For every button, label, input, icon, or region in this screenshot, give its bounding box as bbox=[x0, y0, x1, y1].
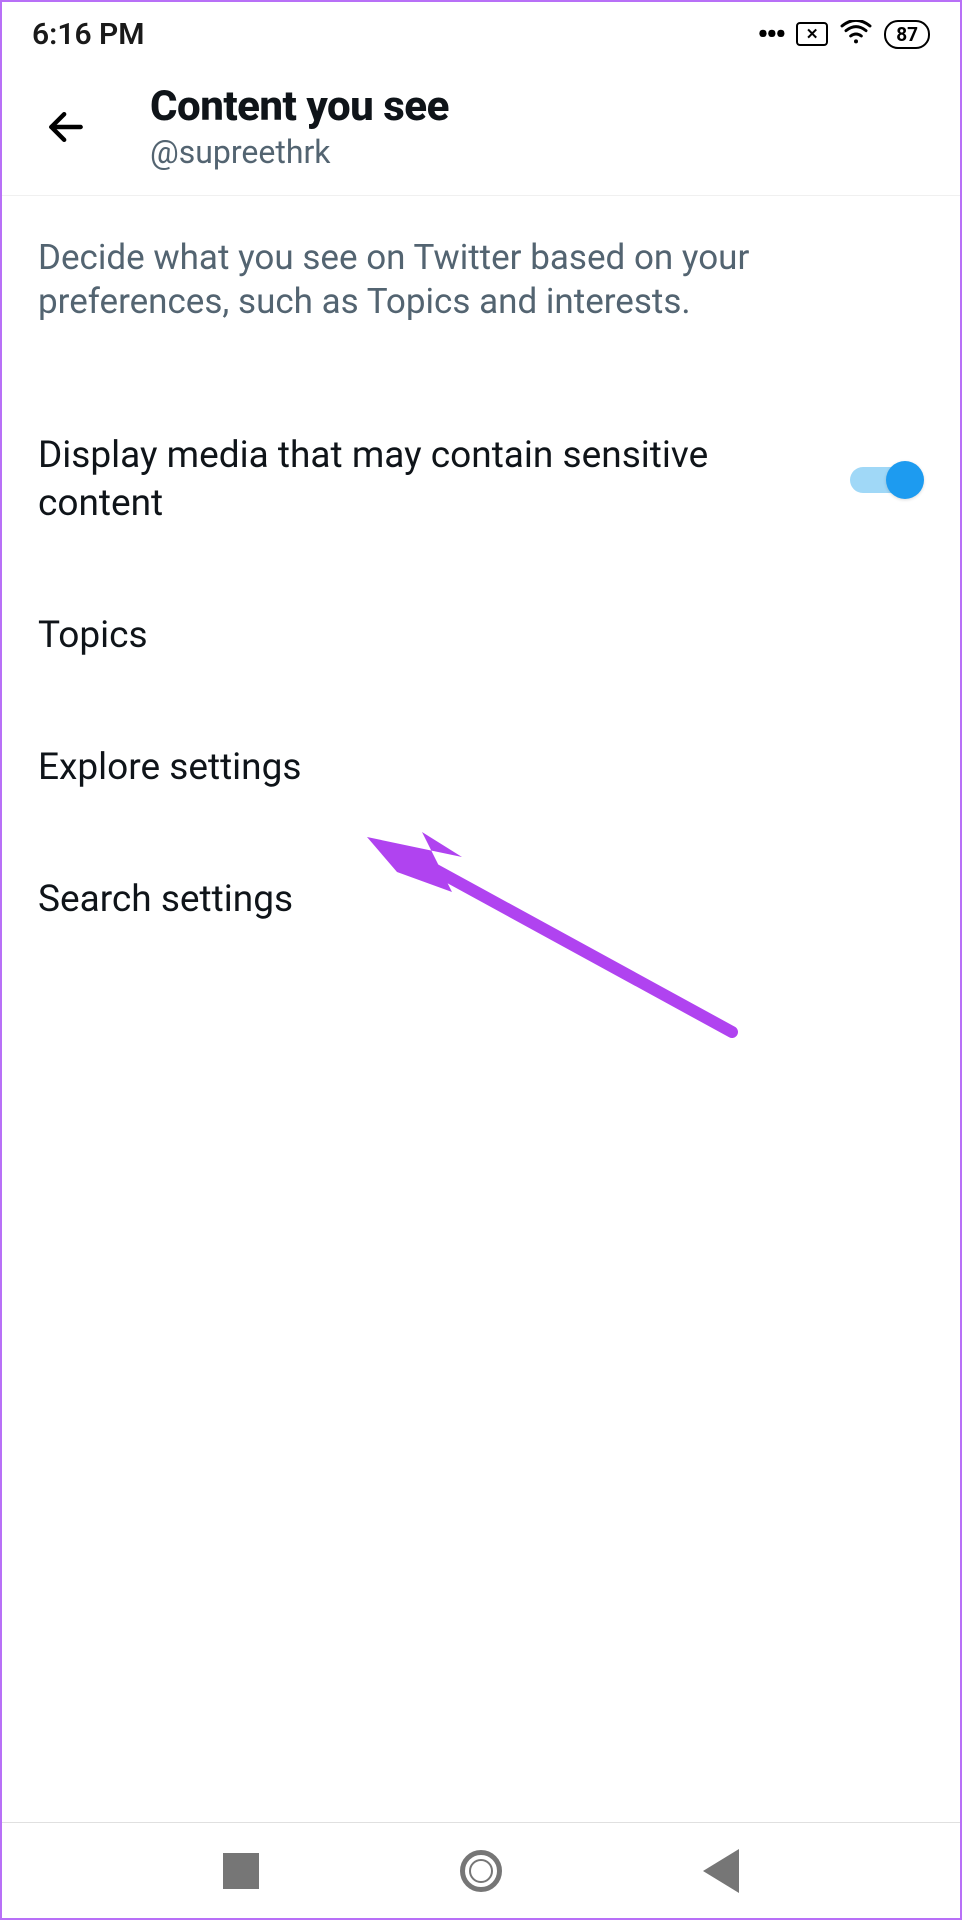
toggle-thumb bbox=[886, 461, 924, 499]
wifi-icon bbox=[840, 20, 872, 48]
page-header: Content you see @supreethrk bbox=[2, 66, 960, 196]
setting-label: Display media that may contain sensitive… bbox=[38, 432, 850, 528]
username-subtitle: @supreethrk bbox=[150, 133, 449, 171]
sim-missing-icon: ✕ bbox=[796, 22, 828, 46]
nav-back-button[interactable] bbox=[703, 1849, 739, 1893]
back-arrow-icon bbox=[44, 105, 88, 149]
nav-recent-button[interactable] bbox=[223, 1853, 259, 1889]
more-dots-icon: ••• bbox=[757, 17, 784, 52]
battery-indicator: 87 bbox=[884, 20, 930, 49]
nav-home-button[interactable] bbox=[460, 1850, 502, 1892]
back-button[interactable] bbox=[42, 103, 90, 151]
setting-explore[interactable]: Explore settings bbox=[38, 716, 924, 820]
toggle-sensitive-media[interactable] bbox=[850, 459, 924, 501]
page-description: Decide what you see on Twitter based on … bbox=[38, 236, 924, 324]
setting-sensitive-media[interactable]: Display media that may contain sensitive… bbox=[38, 404, 924, 556]
setting-topics[interactable]: Topics bbox=[38, 584, 924, 688]
setting-search[interactable]: Search settings bbox=[38, 848, 924, 952]
setting-label: Explore settings bbox=[38, 744, 924, 792]
header-text-block: Content you see @supreethrk bbox=[150, 82, 449, 171]
status-indicators: ••• ✕ 87 bbox=[757, 17, 930, 52]
content-area: Decide what you see on Twitter based on … bbox=[2, 196, 960, 952]
status-time: 6:16 PM bbox=[32, 17, 145, 52]
android-nav-bar bbox=[2, 1822, 960, 1918]
setting-label: Topics bbox=[38, 612, 924, 660]
status-bar: 6:16 PM ••• ✕ 87 bbox=[2, 2, 960, 66]
setting-label: Search settings bbox=[38, 876, 924, 924]
page-title: Content you see bbox=[150, 82, 449, 131]
